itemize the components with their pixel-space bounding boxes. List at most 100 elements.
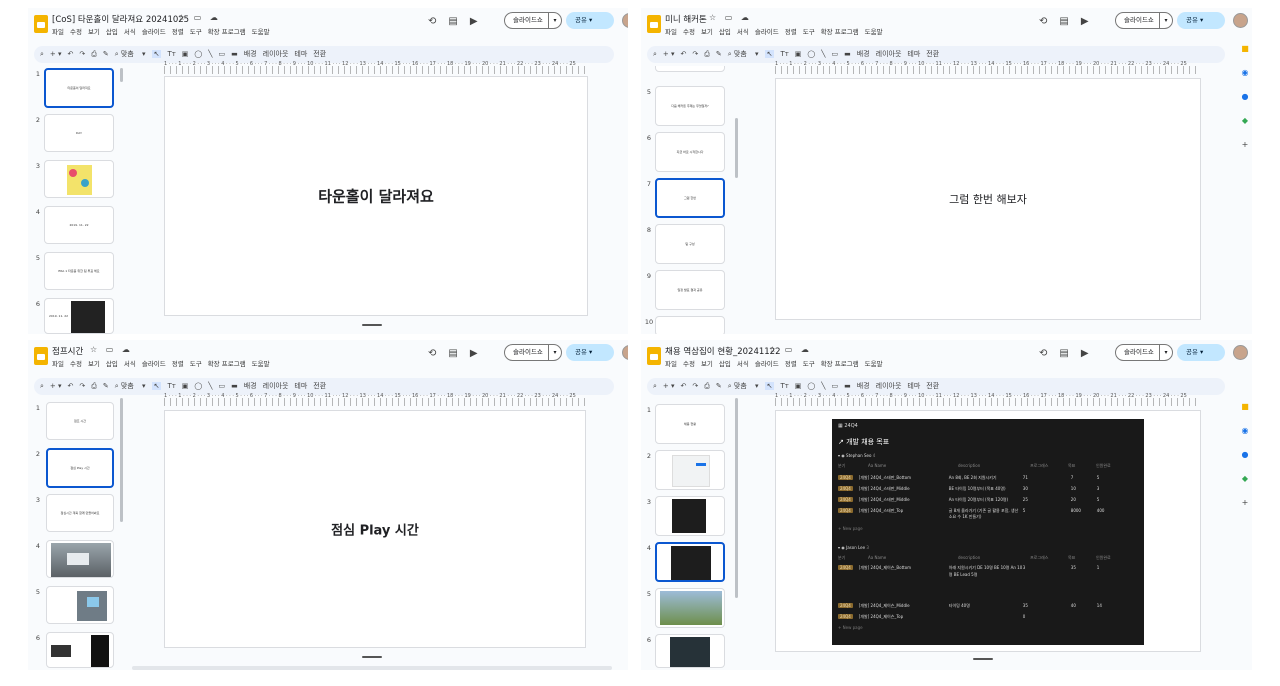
slide-thumb[interactable] [655, 588, 725, 628]
table-row: 24Q4 [개발] 24Q4_제이슨_Top 0 [838, 614, 1026, 619]
window-4: 채용 역삼집이 현황_20241122 ☆ ▭ ☁ 파일 수정 보기 삽입 서식 슬라이드… [641, 340, 1252, 670]
slide-canvas[interactable]: 타운홀이 달라져요 [164, 76, 588, 316]
slideshow-button[interactable]: 슬라이드쇼 ▾ [1115, 12, 1173, 29]
doc-title[interactable]: 채용 역삼집이 현황_20241122 [665, 345, 780, 357]
slide-thumb[interactable]: 점프 시간 [46, 402, 114, 440]
slide-thumb[interactable] [46, 540, 114, 578]
slideshow-button[interactable]: 슬라이드쇼 ▾ [504, 12, 562, 29]
table-header: 분기 Aa Name description 프로그래스 목표 인원완료 [838, 463, 1111, 468]
share-button[interactable]: 공유 ▾ [1177, 12, 1225, 29]
filmstrip[interactable]: 1 타운홀이 달라져요 2 DAY 3 4 2019. 11. 22 5 ERA… [32, 66, 122, 334]
share-button[interactable]: 공유 ▾ [1177, 344, 1225, 361]
menu-bar[interactable]: 파일 수정 보기 삽입 서식 슬라이드 정렬 도구 확장 프로그램 도움말 [52, 26, 276, 36]
history-icon: ⟲ [1039, 348, 1048, 359]
add-icon: + [1241, 140, 1249, 149]
slide-thumb[interactable] [655, 66, 725, 72]
share-button[interactable]: 공유 ▾ [566, 12, 614, 29]
slides-logo-icon[interactable] [34, 347, 48, 365]
slide-thumb[interactable]: 2019. 11. 22 [44, 206, 114, 244]
slide-thumb[interactable]: 채용 현황 [655, 404, 725, 444]
group-owner: ▾ ◉ Jason Lee 3 [838, 545, 869, 550]
slides-logo-icon[interactable] [647, 15, 661, 33]
comment-icon: ▤ [1059, 16, 1069, 27]
slide-canvas[interactable]: ▦ 24Q4 ↗ 개발 채용 목표 ▾ ◉ Stephan Seo 4 분기 Aa… [775, 410, 1201, 652]
title-icons[interactable]: ☆ ▭ ☁ [178, 13, 221, 22]
side-panel[interactable]: ■ ◉ ● ◆ + [1237, 402, 1252, 522]
meet-icon: ▶ [1080, 348, 1089, 359]
slideshow-button[interactable]: 슬라이드쇼 ▾ [504, 344, 562, 361]
scrollbar[interactable] [120, 398, 123, 522]
slide-thumb[interactable]: ERA 1 타운홀 위한 팀 투표 해요 [44, 252, 114, 290]
slide-thumb[interactable]: 그럼 한번 [655, 178, 725, 218]
side-panel[interactable]: ■ ◉ ● ◆ + [1237, 44, 1252, 164]
avatar[interactable] [1233, 345, 1248, 360]
meet-icon: ▶ [1080, 16, 1089, 27]
bottom-scrollbar[interactable] [132, 666, 612, 670]
slide-thumb[interactable] [655, 542, 725, 582]
contacts-icon: ● [1241, 92, 1249, 101]
slide-thumb[interactable] [655, 634, 725, 668]
tasks-icon: ◉ [1241, 426, 1249, 435]
slide-thumb[interactable] [46, 632, 114, 668]
slides-logo-icon[interactable] [647, 347, 661, 365]
doc-title[interactable]: 미니 해커톤 [665, 13, 707, 25]
filmstrip[interactable]: 5 다음 해커톤 주제는 무엇일까? 6 지금 바로 시작합시다 7 그럼 한번… [643, 66, 733, 334]
window-3: 점프시간 ☆ ▭ ☁ 파일 수정 보기 삽입 서식 슬라이드 정렬 도구 확장 프로그램 도움말 … [28, 340, 628, 670]
new-page: + New page [838, 625, 863, 630]
slide-title[interactable]: 점심 Play 시간 [165, 520, 585, 539]
slide-thumb[interactable]: 팀 구성 [655, 224, 725, 264]
title-icons[interactable]: ☆ ▭ ☁ [769, 345, 812, 354]
slides-logo-icon[interactable] [34, 15, 48, 33]
window-2: 미니 해커톤 ☆ ▭ ☁ 파일 수정 보기 삽입 서식 슬라이드 정렬 도구 확장 프로그램 도움… [641, 8, 1252, 334]
slide-thumb[interactable]: 일정 발표 결과 공유 [655, 270, 725, 310]
slide-canvas[interactable]: 점심 Play 시간 [164, 410, 586, 648]
slide-thumb[interactable] [44, 160, 114, 198]
notes-handle[interactable] [973, 658, 993, 660]
slide-thumb[interactable]: 2019. 11. 22 [44, 298, 114, 334]
window-1: [CoS] 타운홀이 달라져요 20241025 ☆ ▭ ☁ 파일 수정 보기 삽입 서… [28, 8, 628, 334]
scrollbar[interactable] [120, 68, 123, 82]
header-icons[interactable]: ⟲ ▤ ▶ [428, 16, 490, 27]
avatar[interactable] [622, 13, 628, 28]
slide-thumb[interactable]: 타운홀이 달라져요 [44, 68, 114, 108]
ruler [775, 66, 1201, 74]
slide-title[interactable]: 그럼 한번 해보자 [776, 191, 1200, 207]
keep-icon: ■ [1241, 402, 1249, 411]
title-icons[interactable]: ☆ ▭ ☁ [709, 13, 752, 22]
add-icon: + [1241, 498, 1249, 507]
notion-screenshot: ▦ 24Q4 ↗ 개발 채용 목표 ▾ ◉ Stephan Seo 4 분기 Aa… [832, 419, 1144, 645]
slide-thumb[interactable]: 점심시간 계획 함께 만들어봐요 [46, 494, 114, 532]
slide-thumb[interactable]: DAY [44, 114, 114, 152]
doc-title[interactable]: [CoS] 타운홀이 달라져요 20241025 [52, 13, 189, 25]
menu-bar[interactable]: 파일 수정 보기 삽입 서식 슬라이드 정렬 도구 확장 프로그램 도움말 [52, 358, 276, 368]
filmstrip[interactable]: 1 점프 시간 2 점심 Play 시간 3 점심시간 계획 함께 만들어봐요 … [32, 398, 122, 668]
avatar[interactable] [1233, 13, 1248, 28]
tasks-icon: ◉ [1241, 68, 1249, 77]
slide-thumb[interactable]: 지금 바로 시작합시다 [655, 132, 725, 172]
notes-handle[interactable] [362, 656, 382, 658]
share-button[interactable]: 공유 ▾ [566, 344, 614, 361]
slide-thumb[interactable] [655, 496, 725, 536]
slide-canvas[interactable]: 그럼 한번 해보자 [775, 78, 1201, 320]
notes-handle[interactable] [362, 324, 382, 326]
table-row: 24Q4 [개발] 24Q4_스태판_Bottom An 8회, BE 2회 지원시… [838, 475, 1100, 480]
slide-thumb[interactable] [46, 586, 114, 624]
maps-icon: ◆ [1241, 116, 1249, 125]
slide-thumb[interactable]: 점심 Play 시간 [46, 448, 114, 488]
slide-thumb[interactable] [655, 316, 725, 334]
slideshow-button[interactable]: 슬라이드쇼 ▾ [1115, 344, 1173, 361]
header-icons[interactable]: ⟲ ▤ ▶ [428, 348, 490, 359]
scrollbar[interactable] [735, 398, 738, 598]
scrollbar[interactable] [735, 118, 738, 178]
header-icons[interactable]: ⟲ ▤ ▶ [1039, 348, 1101, 359]
slide-thumb[interactable]: 다음 해커톤 주제는 무엇일까? [655, 86, 725, 126]
menu-bar[interactable]: 파일 수정 보기 삽입 서식 슬라이드 정렬 도구 확장 프로그램 도움말 [665, 26, 889, 36]
avatar[interactable] [622, 345, 628, 360]
menu-bar[interactable]: 파일 수정 보기 삽입 서식 슬라이드 정렬 도구 확장 프로그램 도움말 [665, 358, 889, 368]
filmstrip[interactable]: 1 채용 현황 2 3 4 5 6 [643, 398, 733, 668]
header-icons[interactable]: ⟲ ▤ ▶ [1039, 16, 1101, 27]
slide-thumb[interactable] [655, 450, 725, 490]
slide-title[interactable]: 타운홀이 달라져요 [165, 186, 587, 207]
title-icons[interactable]: ☆ ▭ ☁ [90, 345, 133, 354]
doc-title[interactable]: 점프시간 [52, 345, 83, 357]
